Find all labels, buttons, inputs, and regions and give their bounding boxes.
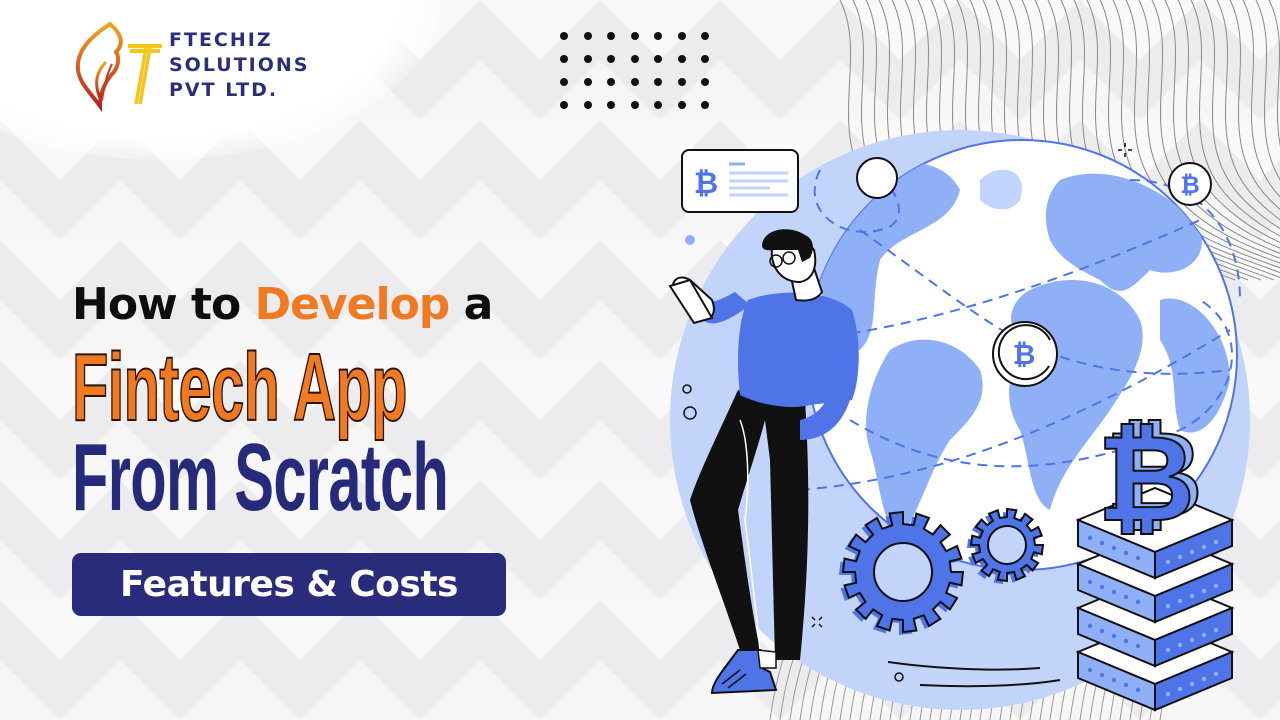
server-led (1111, 589, 1117, 595)
bitcoin-coin-center: ₿ (992, 321, 1058, 387)
server-led (1111, 633, 1117, 639)
wave-line (1229, 0, 1280, 210)
server-led (1123, 638, 1129, 644)
wave-line (1203, 0, 1280, 230)
server-led (1135, 599, 1141, 605)
server-led (1099, 584, 1105, 590)
bitcoin-icon: ₿ (694, 166, 718, 201)
server-led (1099, 672, 1105, 678)
server-led (1135, 687, 1141, 693)
server-led (1123, 682, 1129, 688)
bitcoin-icon: ₿ (1180, 171, 1200, 199)
bitcoin-icon: ₿ (1013, 338, 1036, 371)
fintech-illustration: ₿ ₿ ₿ ₿ ₿ (668, 0, 1280, 720)
server-led (1123, 550, 1129, 556)
server-led (1177, 598, 1183, 604)
server-led (1201, 632, 1207, 638)
server-led (1165, 691, 1171, 697)
server-led (1177, 686, 1183, 692)
server-led (1087, 623, 1093, 629)
server-led (1135, 643, 1141, 649)
server-led (1165, 603, 1171, 609)
server-led (1189, 549, 1195, 555)
server-led (1177, 642, 1183, 648)
server-led (1201, 676, 1207, 682)
server-led (1213, 671, 1219, 677)
server-led (1135, 555, 1141, 561)
wave-line (1242, 0, 1280, 198)
wave-line (1255, 0, 1280, 181)
server-led (1123, 594, 1129, 600)
3d-bitcoin-symbol: ₿ ₿ (1096, 405, 1204, 550)
server-led (1087, 535, 1093, 541)
server-led (1213, 539, 1219, 545)
server-led (1201, 588, 1207, 594)
server-led (1213, 627, 1219, 633)
server-led (1165, 647, 1171, 653)
server-led (1201, 544, 1207, 550)
server-led (1177, 554, 1183, 560)
server-led (1189, 593, 1195, 599)
server-led (1087, 667, 1093, 673)
server-led (1087, 579, 1093, 585)
bitcoin-info-card: ₿ (681, 149, 799, 213)
bitcoin-icon: ₿ (1097, 410, 1195, 549)
bitcoin-coin-top-right: ₿ (1168, 162, 1212, 206)
server-led (1213, 583, 1219, 589)
server-led (1189, 681, 1195, 687)
server-led (1165, 559, 1171, 565)
decorative-dot (685, 235, 695, 245)
server-led (1099, 628, 1105, 634)
decorative-coin (856, 157, 898, 199)
server-led (1189, 637, 1195, 643)
server-led (1111, 677, 1117, 683)
